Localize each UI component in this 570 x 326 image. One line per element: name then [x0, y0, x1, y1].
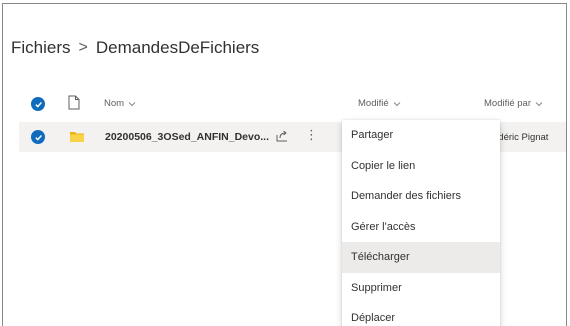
row-checkbox[interactable] [31, 130, 45, 144]
share-icon[interactable] [275, 129, 289, 143]
modified-column-header[interactable]: Modifié [358, 98, 401, 109]
checkmark-icon [34, 134, 42, 141]
file-name[interactable]: 20200506_3OSed_ANFIN_Devo... [105, 131, 269, 143]
document-icon [68, 95, 80, 110]
modified-by-column-label: Modifié par [484, 98, 531, 109]
select-all-checkbox[interactable] [31, 97, 45, 111]
checkmark-icon [34, 101, 42, 108]
modified-column-label: Modifié [358, 98, 389, 109]
menu-item-manage-access[interactable]: Gérer l'accès [342, 212, 500, 243]
modified-by-value: édéric Pignat [493, 132, 549, 143]
menu-item-share[interactable]: Partager [342, 120, 500, 151]
breadcrumb-separator: > [78, 39, 88, 56]
chevron-down-icon [393, 101, 400, 106]
chevron-down-icon [128, 101, 136, 106]
modified-by-column-header[interactable]: Modifié par [484, 98, 543, 109]
menu-item-delete[interactable]: Supprimer [342, 273, 500, 304]
breadcrumb: Fichiers > DemandesDeFichiers [11, 38, 259, 58]
document-library: Fichiers > DemandesDeFichiers Nom Modifi… [2, 3, 567, 326]
context-menu: Partager Copier le lien Demander des fic… [342, 120, 500, 326]
name-column-header[interactable]: Nom [104, 98, 136, 109]
file-type-column-header[interactable] [68, 95, 80, 113]
chevron-down-icon [535, 101, 543, 106]
menu-item-request-files[interactable]: Demander des fichiers [342, 181, 500, 212]
menu-item-download[interactable]: Télécharger [342, 242, 500, 273]
column-header-row: Nom Modifié Modifié par [3, 88, 566, 120]
folder-icon [70, 132, 84, 142]
breadcrumb-root[interactable]: Fichiers [11, 38, 71, 58]
more-options-icon[interactable]: ⋮ [305, 128, 318, 142]
menu-item-move[interactable]: Déplacer [342, 303, 500, 326]
breadcrumb-current[interactable]: DemandesDeFichiers [96, 38, 259, 58]
menu-item-copy-link[interactable]: Copier le lien [342, 151, 500, 182]
name-column-label: Nom [104, 98, 125, 109]
